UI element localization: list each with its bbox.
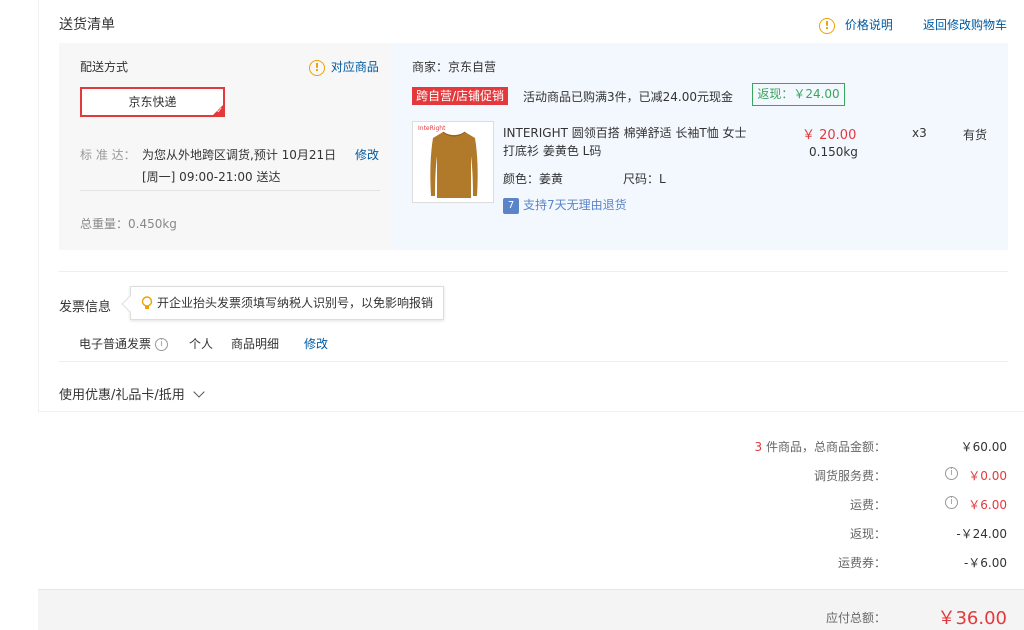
transfer-fee-label: 调货服务费： <box>813 469 886 483</box>
info-icon[interactable]: i <box>154 338 168 351</box>
section-title-delivery: 送货清单 <box>59 17 115 33</box>
match-goods[interactable]: ! 对应商品 <box>309 58 379 76</box>
standard-delivery-label: 标 准 达： <box>80 148 136 162</box>
cashback-label: 返现： <box>849 527 886 541</box>
divider <box>59 361 1008 362</box>
price-info[interactable]: ! 价格说明 <box>819 16 893 34</box>
invoice-title: 发票信息 <box>59 300 112 315</box>
shirt-image <box>430 131 478 198</box>
product-price: ￥ 20.00 <box>802 128 857 143</box>
promo-tag: 跨自营/店铺促销 <box>412 87 509 105</box>
chevron-down-icon <box>193 386 205 398</box>
transfer-fee: ￥0.00 <box>968 469 1007 483</box>
invoice-person: 个人 <box>189 337 214 351</box>
freight-coupon-label: 运费券： <box>837 556 886 570</box>
payable-total: ￥36.00 <box>937 608 1007 629</box>
info-icon[interactable]: i <box>945 496 958 509</box>
delivery-panel: 送货清单 ! 价格说明 返回修改购物车 配送方式 ! 对应商品 京东快递 ✓ 标… <box>38 0 1024 412</box>
divider <box>80 190 380 191</box>
shipping-option-label: 京东快递 <box>128 95 177 109</box>
cashback-badge: 返现：￥24.00 <box>752 83 845 106</box>
product-weight: 0.150kg <box>809 145 858 159</box>
standard-delivery-line1: 为您从外地跨区调货,预计 10月21日 <box>142 148 337 162</box>
return-policy-text: 支持7天无理由退货 <box>523 198 627 212</box>
invoice-type: 电子普通发票 i <box>79 335 168 352</box>
product-stock: 有货 <box>963 128 988 142</box>
promo-text: 活动商品已购满3件，已减24.00元现金 <box>523 90 733 104</box>
invoice-hint-text: 开企业抬头发票须填写纳税人识别号，以免影响报销 <box>157 296 434 310</box>
shipping-option-jd-express[interactable]: 京东快递 ✓ <box>80 87 225 117</box>
total-bar: 应付总额： ￥36.00 <box>38 589 1024 630</box>
merchant-name: 商家：京东自营 <box>412 60 497 74</box>
invoice-hint-tooltip: 开企业抬头发票须填写纳税人识别号，以免影响报销 <box>121 286 445 320</box>
thumb-brand: InteRight <box>418 125 446 132</box>
goods-count-label: 件商品，总商品金额： <box>762 440 886 454</box>
product-color: 颜色：姜黄 <box>503 172 564 186</box>
coupon-label: 使用优惠/礼品卡/抵用 <box>59 388 185 403</box>
invoice-content: 商品明细 <box>231 337 280 351</box>
warning-icon: ! <box>819 17 835 34</box>
modify-delivery-link[interactable]: 修改 <box>355 146 379 163</box>
goods-total: ￥60.00 <box>960 440 1007 454</box>
warning-icon: ! <box>309 59 325 76</box>
shipping-method-label: 配送方式 <box>80 60 129 74</box>
return-7day-icon: 7 <box>503 197 519 214</box>
product-quantity: x3 <box>912 126 927 140</box>
coupon-toggle[interactable]: 使用优惠/礼品卡/抵用 <box>59 384 205 403</box>
tooltip-arrow <box>121 295 139 313</box>
modify-invoice-link[interactable]: 修改 <box>304 335 328 352</box>
payable-label: 应付总额： <box>825 611 886 625</box>
cashback-value: -￥24.00 <box>956 527 1007 541</box>
back-to-cart-link[interactable]: 返回修改购物车 <box>923 16 1007 33</box>
check-icon: ✓ <box>216 106 223 115</box>
info-icon[interactable]: i <box>945 467 958 480</box>
product-thumbnail[interactable]: InteRight <box>412 121 494 203</box>
standard-delivery-line2: [周一] 09:00-21:00 送达 <box>142 170 281 184</box>
product-title-line1[interactable]: INTERIGHT 圆领百搭 棉弹舒适 长袖T恤 女士 <box>503 124 747 141</box>
product-size: 尺码：L <box>623 172 666 186</box>
freight-coupon-value: -￥6.00 <box>963 556 1007 570</box>
product-title-line2[interactable]: 打底衫 姜黄色 L码 <box>503 142 601 159</box>
match-goods-link[interactable]: 对应商品 <box>331 60 379 74</box>
divider <box>59 271 1008 272</box>
price-info-link[interactable]: 价格说明 <box>845 18 893 32</box>
freight-value: ￥6.00 <box>968 498 1007 512</box>
goods-count-row: 3 件商品，总商品金额： <box>755 438 886 455</box>
return-policy[interactable]: 7 支持7天无理由退货 <box>503 196 627 214</box>
invoice-type-label: 电子普通发票 <box>79 337 152 351</box>
total-weight: 总重量：0.450kg <box>80 217 177 231</box>
lightbulb-icon <box>141 296 153 309</box>
freight-label: 运费： <box>849 498 886 512</box>
